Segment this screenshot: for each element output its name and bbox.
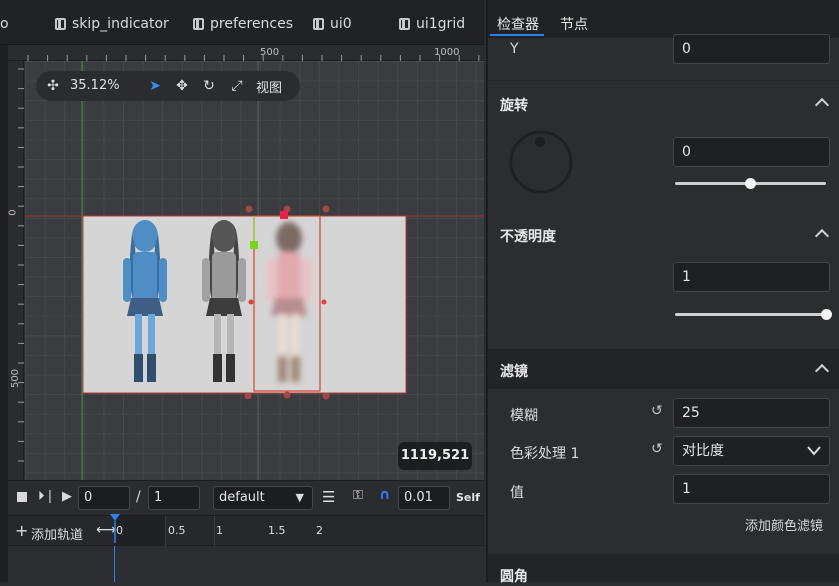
tab-label: ui1grid bbox=[416, 16, 466, 32]
opacity-field[interactable]: 1 bbox=[673, 262, 830, 292]
tab-preferences[interactable]: preferences bbox=[193, 14, 293, 34]
chevron-up-icon[interactable] bbox=[814, 97, 830, 113]
timeline-header: + 添加轨道 ⟷ 0 0.5 1 1.5 2 bbox=[8, 514, 484, 546]
color-process-select[interactable]: 对比度 bbox=[673, 436, 830, 466]
editor-tab-bar: o skip_indicator preferences ui0 ui1grid bbox=[0, 0, 484, 45]
current-frame-input[interactable]: 0 bbox=[78, 486, 130, 510]
color-process-value: 对比度 bbox=[682, 443, 724, 459]
tab-skip-indicator[interactable]: skip_indicator bbox=[55, 14, 169, 34]
chevron-up-icon[interactable] bbox=[814, 228, 830, 244]
opacity-slider-thumb[interactable] bbox=[820, 309, 832, 320]
ruler-label: 1000 bbox=[434, 47, 460, 58]
ruler-label: 0 bbox=[7, 209, 19, 216]
chevron-down-icon bbox=[807, 446, 821, 456]
opacity-section-title: 不透明度 bbox=[500, 229, 556, 245]
corner-section-title: 圆角 bbox=[500, 569, 528, 585]
rotation-field[interactable]: 0 bbox=[673, 137, 830, 167]
add-track-button[interactable]: 添加轨道 bbox=[31, 524, 83, 543]
animation-toolbar: ⏵❘ ▶ 0 / 1 default ▼ ☰ ⚿ ∩ 0.01 Self bbox=[8, 480, 484, 515]
tab-ui1grid[interactable]: ui1grid bbox=[399, 14, 465, 34]
timeline-tick: 1 bbox=[216, 524, 223, 537]
tab-ui0[interactable]: ui0 bbox=[313, 14, 352, 34]
scale-tool-icon[interactable]: ⤢ bbox=[228, 77, 246, 95]
timeline-tick: 1.5 bbox=[268, 524, 286, 537]
stop-icon[interactable] bbox=[17, 492, 27, 502]
filter-section-title: 滤镜 bbox=[500, 364, 528, 380]
rotate-tool-icon[interactable]: ↻ bbox=[200, 77, 218, 95]
tab-label: skip_indicator bbox=[72, 16, 169, 32]
character-sprite-blue[interactable] bbox=[105, 216, 185, 393]
tab-label: o bbox=[0, 16, 9, 32]
blur-label: 模糊 bbox=[510, 408, 538, 424]
inspector-tab-bar: 检查器 节点 bbox=[488, 0, 839, 38]
timeline-tracks[interactable] bbox=[8, 546, 484, 582]
y-label: Y bbox=[510, 41, 519, 57]
tab-nodes[interactable]: 节点 bbox=[560, 14, 588, 34]
list-menu-icon[interactable]: ☰ bbox=[322, 488, 335, 506]
timeline-tick: 2 bbox=[316, 524, 323, 537]
chevron-up-icon[interactable] bbox=[814, 363, 830, 379]
timeline-tick: 0.5 bbox=[168, 524, 186, 537]
step-play-icon[interactable]: ⏵❘ bbox=[38, 489, 55, 504]
rotation-section-title: 旋转 bbox=[500, 98, 528, 114]
ruler-horizontal: 500 1000 bbox=[8, 45, 484, 61]
left-gutter bbox=[0, 45, 8, 582]
blur-field[interactable]: 25 bbox=[673, 398, 830, 428]
ruler-ticks bbox=[18, 68, 24, 462]
ruler-ticks bbox=[27, 55, 480, 61]
ruler-label: 500 bbox=[10, 368, 22, 389]
speed-input[interactable]: 0.01 bbox=[398, 486, 450, 510]
file-icon bbox=[313, 18, 324, 30]
file-icon bbox=[399, 18, 410, 30]
filter-section-header[interactable]: 滤镜 bbox=[488, 349, 839, 389]
timeline-tick: 0 bbox=[116, 524, 123, 537]
inspector-panel: 检查器 节点 Y 0 旋转 0 不透明度 1 滤镜 模糊 ↺ 25 色彩处理 1… bbox=[486, 0, 839, 585]
character-sprite-blurred[interactable] bbox=[253, 216, 323, 393]
ruler-label: 500 bbox=[260, 47, 280, 58]
tab-label: ui0 bbox=[330, 16, 352, 32]
corner-section-header[interactable]: 圆角 bbox=[488, 554, 839, 585]
add-color-filter-button[interactable]: 添加颜色滤镜 bbox=[745, 515, 823, 534]
animation-select-value: default bbox=[219, 490, 265, 505]
divider bbox=[214, 516, 215, 546]
value-field[interactable]: 1 bbox=[673, 474, 830, 504]
color-process-label: 色彩处理 1 bbox=[510, 446, 580, 462]
ruler-vertical: 0 500 bbox=[8, 61, 24, 480]
animation-select[interactable]: default ▼ bbox=[213, 486, 313, 510]
play-icon[interactable]: ▶ bbox=[62, 489, 72, 504]
tab-inspector[interactable]: 检查器 bbox=[497, 14, 539, 34]
key-icon[interactable]: ⚿ bbox=[353, 488, 363, 503]
view-menu[interactable]: 视图 bbox=[256, 77, 282, 96]
reset-icon[interactable]: ↺ bbox=[651, 441, 663, 457]
select-tool-icon[interactable]: ➤ bbox=[146, 77, 164, 95]
file-icon bbox=[55, 18, 66, 30]
y-field[interactable]: 0 bbox=[673, 34, 830, 64]
playhead-line bbox=[114, 546, 115, 582]
divider bbox=[165, 516, 166, 546]
magnet-icon[interactable]: ∩ bbox=[379, 487, 390, 503]
rotation-dial[interactable] bbox=[509, 130, 573, 194]
tab-label: preferences bbox=[210, 16, 294, 32]
tab-partial[interactable]: o bbox=[0, 14, 9, 34]
divider bbox=[488, 80, 839, 81]
opacity-slider[interactable] bbox=[675, 313, 826, 316]
active-tab-indicator bbox=[490, 34, 544, 36]
character-sprite-gray[interactable] bbox=[184, 216, 264, 393]
scene-canvas[interactable] bbox=[83, 216, 406, 393]
move-tool-icon[interactable]: ✥ bbox=[173, 77, 191, 95]
self-label[interactable]: Self bbox=[456, 491, 480, 504]
file-icon bbox=[193, 18, 204, 30]
value-label: 值 bbox=[510, 485, 524, 501]
total-frames-input[interactable]: 1 bbox=[148, 486, 200, 510]
plus-icon: + bbox=[15, 521, 29, 540]
viewport-toolbar: ✣ 35.12% ➤ ✥ ↻ ⤢ 视图 bbox=[36, 71, 300, 101]
chevron-down-icon: ▼ bbox=[295, 491, 304, 504]
frame-separator: / bbox=[136, 489, 141, 505]
cursor-coordinates: 1119,521 bbox=[398, 442, 472, 470]
rotation-slider-thumb[interactable] bbox=[745, 178, 756, 189]
reset-icon[interactable]: ↺ bbox=[651, 403, 663, 419]
center-icon[interactable]: ✣ bbox=[44, 77, 62, 95]
zoom-level[interactable]: 35.12% bbox=[70, 78, 120, 93]
